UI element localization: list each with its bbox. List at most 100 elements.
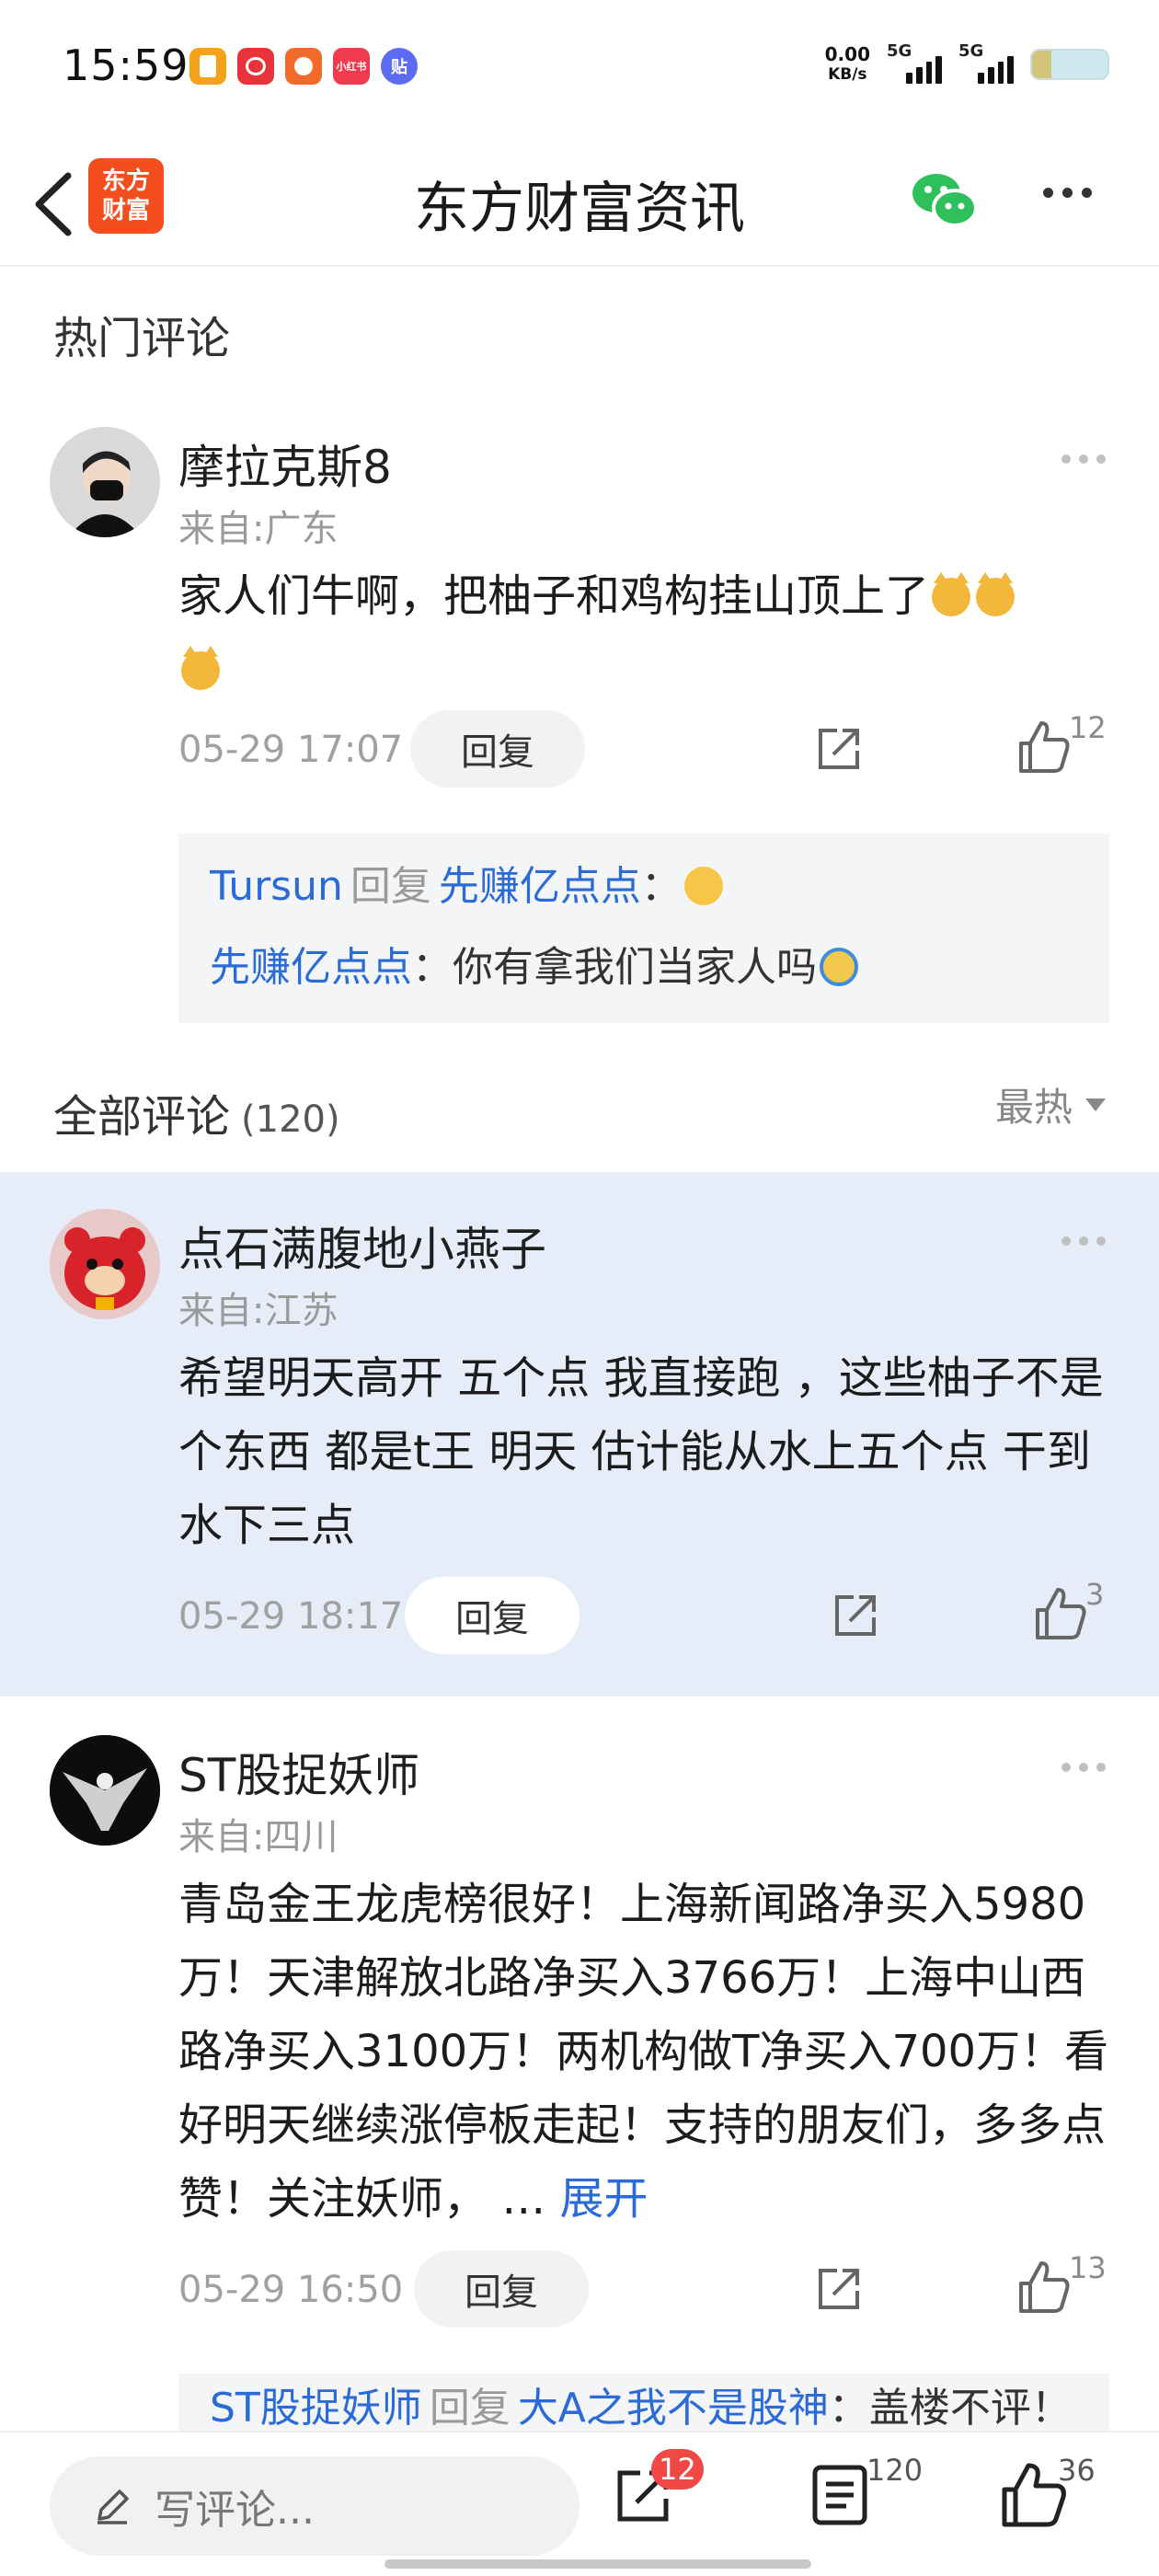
hot-comments-title: 热门评论 <box>53 313 231 364</box>
wechat-share-button[interactable] <box>907 164 981 237</box>
write-comment-placeholder: 写评论... <box>155 2487 315 2534</box>
signal-label: 5G <box>958 41 984 61</box>
avatar-image <box>50 1735 160 1846</box>
reply-user[interactable]: ST股捉妖师 <box>210 2385 422 2431</box>
network-speed: 0.00 KB/s <box>825 44 870 85</box>
status-app-icons: 小红书 贴 <box>189 48 418 85</box>
thumbs-up-icon <box>1019 721 1070 773</box>
share-icon <box>835 1595 876 1636</box>
like-count: 12 <box>1069 710 1107 745</box>
like-button[interactable]: 3 <box>1034 1577 1135 1660</box>
thumbs-up-icon <box>1036 1588 1086 1639</box>
more-options-button[interactable] <box>1043 188 1092 198</box>
share-icon <box>819 729 859 769</box>
notes-app-icon <box>189 48 226 85</box>
thumbs-up-icon <box>1019 2261 1070 2313</box>
signal-icon: 5G <box>958 41 1015 84</box>
pencil-icon <box>98 2490 129 2524</box>
bottom-action-bar: 写评论... 12 120 36 <box>0 2431 1159 2576</box>
reply-button[interactable]: 回复 <box>405 1577 580 1654</box>
comment-username[interactable]: ST股捉妖师 <box>178 1739 419 1805</box>
sort-label: 最热 <box>994 1085 1073 1130</box>
like-button[interactable]: 13 <box>1017 2250 1119 2333</box>
comment-text: 青岛金王龙虎榜很好！上海新闻路净买入5980万！天津解放北路净买入3766万！上… <box>178 1868 1113 2236</box>
comment-date: 05-29 17:07 <box>178 729 404 771</box>
comment-text: 希望明天高开 五个点 我直接跑 ，这些柚子不是个东西 都是t王 明天 估计能从水… <box>178 1352 1104 1551</box>
tieba-app-icon: 贴 <box>381 48 418 85</box>
reply-text: ：盖楼不评！ <box>828 2385 1072 2431</box>
cat-emoji-icon <box>932 572 971 616</box>
reply-preview[interactable]: Tursun 回复 先赚亿点点： 先赚亿点点：你有拿我们当家人吗 <box>178 834 1109 1023</box>
avatar-image <box>50 427 160 537</box>
comment-count: 120 <box>866 2453 924 2488</box>
like-count-total: 36 <box>1058 2453 1096 2488</box>
avatar[interactable] <box>50 427 160 537</box>
avatar[interactable] <box>50 1735 160 1846</box>
status-time: 15:59 <box>63 40 189 90</box>
comment-username[interactable]: 摩拉克斯8 <box>178 431 392 497</box>
like-button[interactable]: 12 <box>1017 710 1119 793</box>
reply-target[interactable]: 先赚亿点点 <box>439 863 641 910</box>
status-indicators: 0.00 KB/s 5G 5G <box>825 41 1109 85</box>
network-speed-value: 0.00 <box>824 43 870 65</box>
sort-dropdown[interactable]: 最热 <box>995 1076 1106 1133</box>
avatar[interactable] <box>50 1209 160 1319</box>
status-bar: 15:59 小红书 贴 0.00 KB/s 5G 5G <box>0 0 1159 138</box>
shy-emoji-icon <box>683 867 723 905</box>
like-count: 3 <box>1085 1577 1105 1612</box>
reply-button[interactable]: 回复 <box>410 710 585 788</box>
comment-more-button[interactable] <box>1061 454 1106 464</box>
reply-verb: 回复 <box>429 2385 511 2431</box>
share-button[interactable] <box>811 2261 866 2317</box>
like-bottom-button[interactable]: 36 <box>1001 2453 1096 2536</box>
comment-more-button[interactable] <box>1061 1236 1106 1246</box>
comment-date: 05-29 18:17 <box>178 1595 404 1638</box>
share-button[interactable] <box>811 721 866 776</box>
comment-region: 来自:江苏 <box>178 1290 339 1332</box>
laugh-cry-emoji-icon <box>820 948 858 986</box>
comment-date: 05-29 16:50 <box>178 2269 404 2311</box>
xiaohongshu-app-icon: 小红书 <box>333 48 370 85</box>
comment-region: 来自:广东 <box>178 508 339 550</box>
brand-app-icon <box>237 48 274 85</box>
comment-region: 来自:四川 <box>178 1816 339 1858</box>
reply-line: ST股捉妖师 回复 大A之我不是股神：盖楼不评！ <box>210 2374 1078 2431</box>
comment-text: 家人们牛啊，把柚子和鸡构挂山顶上了 <box>178 559 1113 707</box>
share-bottom-button[interactable]: 12 <box>611 2449 704 2536</box>
write-comment-input[interactable]: 写评论... <box>50 2456 580 2556</box>
expand-link[interactable]: 展开 <box>560 2173 648 2225</box>
share-badge: 12 <box>651 2449 704 2490</box>
comment-more-button[interactable] <box>1061 1763 1106 1772</box>
wechat-icon <box>912 174 978 227</box>
reply-target[interactable]: 大A之我不是股神 <box>518 2385 829 2431</box>
share-button[interactable] <box>828 1588 883 1643</box>
taobao-app-icon <box>285 48 322 85</box>
comment-text-body: 家人们牛啊，把柚子和鸡构挂山顶上了 <box>178 570 930 622</box>
cat-emoji-icon <box>976 572 1016 616</box>
reply-verb: 回复 <box>350 863 431 910</box>
reply-text: ： <box>640 863 682 910</box>
comment-list-icon <box>812 2465 867 2525</box>
signal-icon: 5G <box>887 41 943 84</box>
nav-bar: 东方 财富 东方财富资讯 <box>0 138 1159 267</box>
reply-text: ：你有拿我们当家人吗 <box>412 944 817 991</box>
reply-user[interactable]: Tursun <box>210 863 343 910</box>
network-speed-unit: KB/s <box>828 65 867 84</box>
dropdown-arrow-icon <box>1085 1098 1106 1111</box>
all-comments-count: (120) <box>241 1098 340 1141</box>
cat-emoji-icon <box>181 646 220 690</box>
reply-button[interactable]: 回复 <box>414 2250 589 2328</box>
signal-label: 5G <box>887 41 912 61</box>
comments-bottom-button[interactable]: 120 <box>809 2453 923 2536</box>
reply-preview[interactable]: ST股捉妖师 回复 大A之我不是股神：盖楼不评！ <box>178 2374 1109 2431</box>
battery-icon <box>1030 49 1109 80</box>
all-comments-title: 全部评论 (120) <box>53 1080 340 1144</box>
home-indicator[interactable] <box>384 2559 811 2569</box>
avatar-image <box>50 1209 160 1319</box>
share-icon <box>819 2269 859 2309</box>
reply-user[interactable]: 先赚亿点点 <box>210 944 412 991</box>
like-count: 13 <box>1069 2250 1107 2285</box>
comment-username[interactable]: 点石满腹地小燕子 <box>178 1213 546 1279</box>
reply-line: Tursun 回复 先赚亿点点： <box>210 846 1078 927</box>
all-comments-label: 全部评论 <box>53 1091 231 1143</box>
